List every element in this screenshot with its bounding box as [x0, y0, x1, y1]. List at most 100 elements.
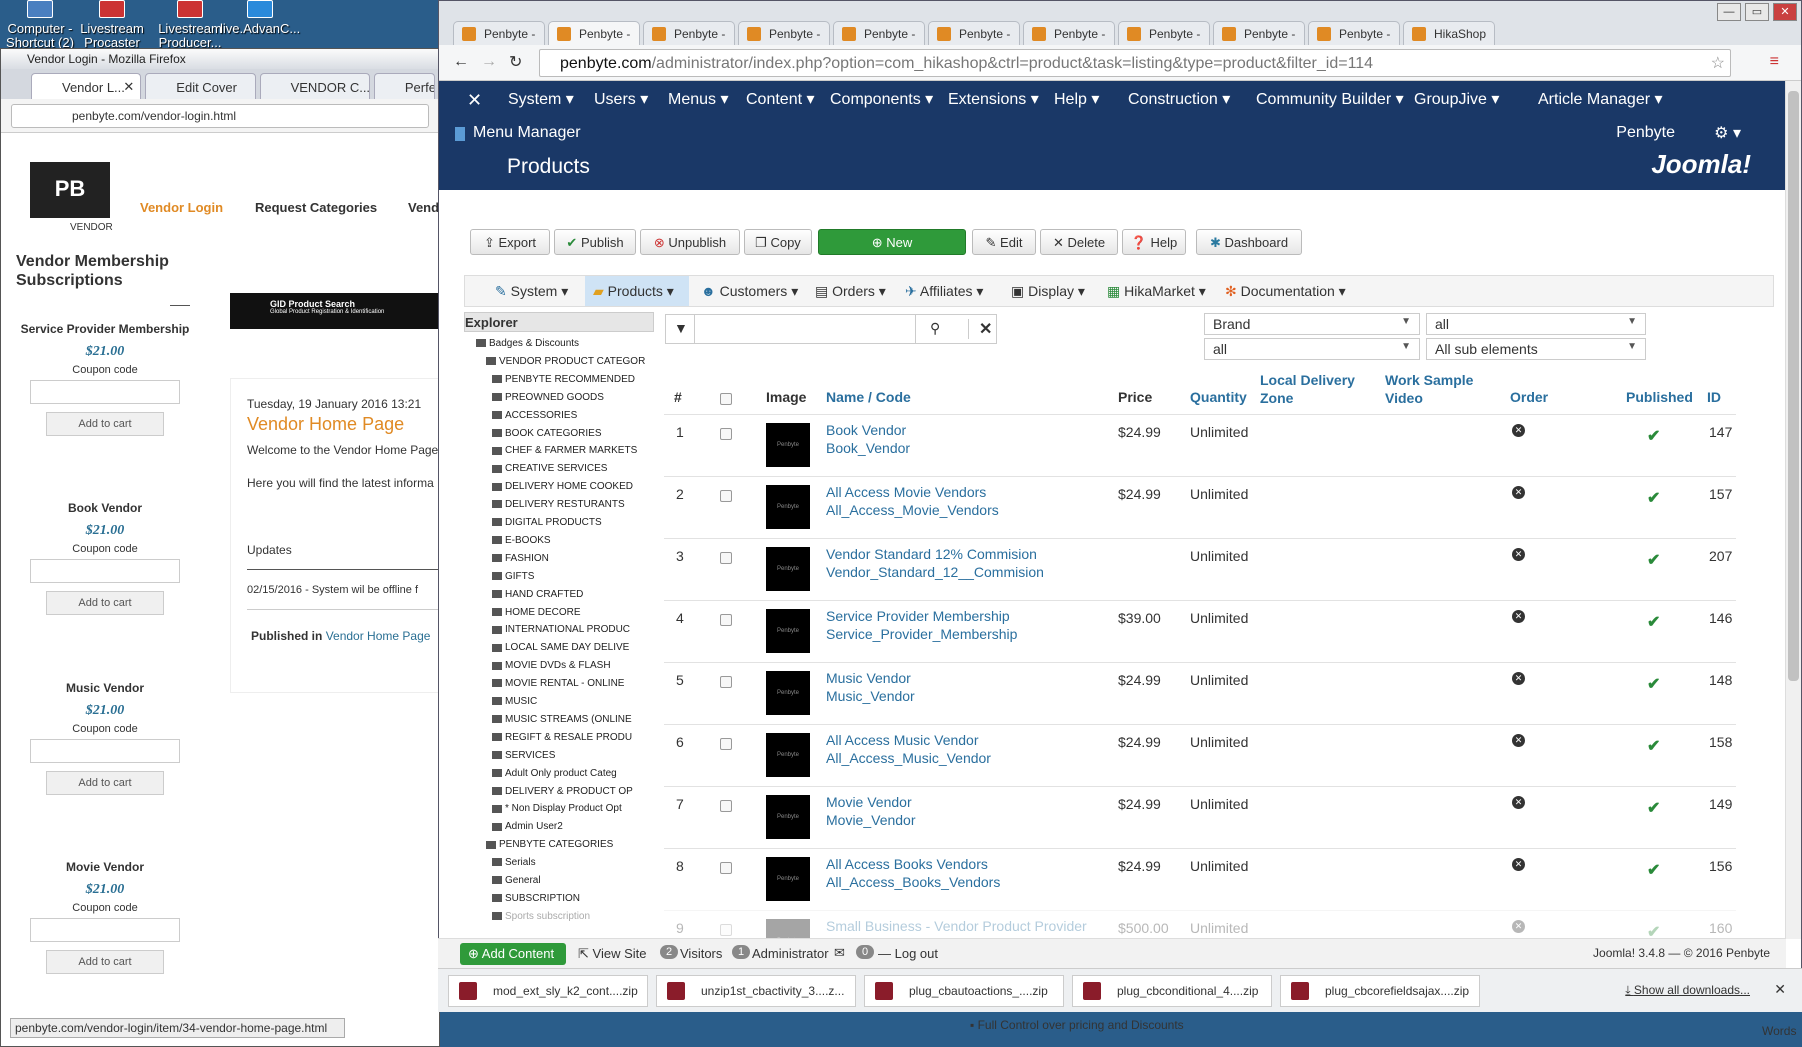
published-check-icon[interactable]: ✔ [1647, 860, 1660, 880]
view-site-link[interactable]: ⇱ View Site [578, 946, 646, 962]
product-thumbnail[interactable]: Penbyte [766, 547, 810, 591]
nav-vend[interactable]: Vend [408, 200, 439, 215]
menu-manager-link[interactable]: Menu Manager [473, 124, 581, 142]
gear-icon[interactable]: ⚙ ▾ [1714, 123, 1741, 143]
hika-menu-hikamarket[interactable]: ▦ HikaMarket ▾ [1107, 283, 1206, 300]
tree-node[interactable]: INTERNATIONAL PRODUC [492, 624, 654, 635]
order-remove-icon[interactable]: ✕ [1512, 796, 1525, 809]
menu-help[interactable]: Help ▾ [1054, 89, 1099, 109]
desktop-icon-computer[interactable]: Computer - Shortcut (2) [0, 0, 80, 50]
chrome-tab[interactable]: Penbyte - [738, 21, 830, 45]
tree-node[interactable]: MOVIE DVDs & FLASH [492, 660, 654, 671]
show-all-downloads-link[interactable]: ⤓ Show all downloads... [1625, 983, 1750, 998]
clear-icon[interactable]: ✕ [968, 319, 992, 339]
product-name-link[interactable]: Book Vendor [826, 421, 906, 439]
product-code-link[interactable]: Movie_Vendor [826, 811, 916, 829]
tree-node[interactable]: CHEF & FARMER MARKETS [492, 445, 654, 456]
add-to-cart-button[interactable]: Add to cart [46, 771, 164, 795]
tree-node[interactable]: CREATIVE SERVICES [492, 463, 654, 474]
tree-node[interactable]: Adult Only product Categ [492, 768, 654, 779]
coupon-input[interactable] [30, 380, 180, 404]
product-code-link[interactable]: Service_Provider_Membership [826, 625, 1017, 643]
tree-node[interactable]: Serials [492, 857, 654, 868]
hika-menu-orders[interactable]: ▤ Orders ▾ [815, 283, 886, 300]
chrome-tab[interactable]: Penbyte - [1023, 21, 1115, 45]
hika-menu-system[interactable]: ✎ System ▾ [495, 283, 568, 300]
published-check-icon[interactable]: ✔ [1647, 426, 1660, 446]
product-thumbnail[interactable]: Penbyte [766, 485, 810, 529]
tree-node[interactable]: FASHION [492, 553, 654, 564]
row-checkbox[interactable] [720, 614, 732, 626]
tree-node[interactable]: LOCAL SAME DAY DELIVE [492, 642, 654, 653]
row-checkbox[interactable] [720, 800, 732, 812]
select-all-checkbox[interactable] [720, 393, 732, 405]
tree-node[interactable]: * Non Display Product Opt [492, 803, 654, 814]
forward-icon[interactable]: → [481, 53, 497, 71]
close-window-button[interactable]: ✕ [1773, 3, 1797, 21]
unpublish-button[interactable]: ⊗ Unpublish [640, 229, 740, 255]
menu-system[interactable]: System ▾ [508, 89, 574, 109]
published-link[interactable]: Vendor Home Page [326, 629, 431, 643]
product-code-link[interactable]: All_Access_Music_Vendor [826, 749, 991, 767]
tree-node[interactable]: BOOK CATEGORIES [492, 428, 654, 439]
chrome-tab[interactable]: Penbyte - [928, 21, 1020, 45]
tree-node[interactable]: Sports subscription [492, 911, 654, 922]
desktop-icon-livestream-producer[interactable]: Livestream Producer... [150, 0, 230, 50]
product-code-link[interactable]: Music_Vendor [826, 687, 915, 705]
hika-menu-products[interactable]: ▰ Products ▾ [585, 276, 689, 306]
brand-select[interactable]: Brand ▼ [1204, 313, 1420, 335]
product-thumbnail[interactable]: Penbyte [766, 733, 810, 777]
envelope-icon[interactable]: ✉ [834, 945, 845, 961]
col-id[interactable]: ID [1707, 389, 1721, 405]
product-name-link[interactable]: All Access Books Vendors [826, 855, 988, 873]
order-remove-icon[interactable]: ✕ [1512, 734, 1525, 747]
row-checkbox[interactable] [720, 738, 732, 750]
order-remove-icon[interactable]: ✕ [1512, 672, 1525, 685]
download-item[interactable]: plug_cbautoactions_....zip [864, 975, 1064, 1007]
search-input[interactable] [694, 315, 916, 343]
maximize-button[interactable]: ▭ [1745, 3, 1769, 21]
chrome-tab[interactable]: HikaShop [1403, 21, 1495, 45]
download-item[interactable]: plug_cbcorefieldsajax....zip [1280, 975, 1480, 1007]
close-icon[interactable]: ✕ [1774, 981, 1786, 998]
tree-node[interactable]: VENDOR PRODUCT CATEGOR [486, 356, 654, 367]
tree-node[interactable]: PENBYTE RECOMMENDED [492, 374, 654, 385]
firefox-url-field[interactable]: penbyte.com/vendor-login.html [11, 104, 429, 128]
order-remove-icon[interactable]: ✕ [1512, 548, 1525, 561]
tree-node[interactable]: REGIFT & RESALE PRODU [492, 732, 654, 743]
product-name-link[interactable]: Vendor Standard 12% Commision [826, 545, 1037, 563]
tree-node[interactable]: PREOWNED GOODS [492, 392, 654, 403]
col-local-delivery-zone[interactable]: Local Delivery Zone [1260, 371, 1360, 407]
hika-menu-display[interactable]: ▣ Display ▾ [1011, 283, 1085, 300]
published-check-icon[interactable]: ✔ [1647, 488, 1660, 508]
help-button[interactable]: ❓ Help [1122, 229, 1186, 255]
published-check-icon[interactable]: ✔ [1647, 798, 1660, 818]
product-thumbnail[interactable]: Penbyte [766, 795, 810, 839]
tree-node[interactable]: SUBSCRIPTION [492, 893, 654, 904]
tree-node[interactable]: Admin User2 [492, 821, 654, 832]
dashboard-button[interactable]: ✱ Dashboard [1196, 229, 1302, 255]
scrollbar-thumb[interactable] [1788, 91, 1799, 681]
all-select-1[interactable]: all ▼ [1426, 313, 1646, 335]
tree-node[interactable]: MUSIC STREAMS (ONLINE [492, 714, 654, 725]
chrome-tab[interactable]: Penbyte - [1118, 21, 1210, 45]
add-to-cart-button[interactable]: Add to cart [46, 950, 164, 974]
published-check-icon[interactable]: ✔ [1647, 550, 1660, 570]
delete-button[interactable]: ✕ Delete [1040, 229, 1118, 255]
col-order[interactable]: Order [1510, 389, 1548, 405]
tree-node[interactable]: SERVICES [492, 750, 654, 761]
tree-node[interactable]: PENBYTE CATEGORIES [486, 839, 654, 850]
tree-node[interactable]: HOME DECORE [492, 607, 654, 618]
tree-node[interactable]: DELIVERY HOME COOKED [492, 481, 654, 492]
user-link[interactable]: Penbyte [1616, 124, 1675, 142]
desktop-icon-live-advanc[interactable]: live.AdvanC... [220, 0, 300, 36]
search-icon[interactable]: ⚲ [930, 320, 940, 337]
order-remove-icon[interactable]: ✕ [1512, 920, 1525, 933]
product-name-link[interactable]: Movie Vendor [826, 793, 912, 811]
tree-node[interactable]: ACCESSORIES [492, 410, 654, 421]
menu-users[interactable]: Users ▾ [594, 89, 648, 109]
tree-node[interactable]: GIFTS [492, 571, 654, 582]
chrome-tab[interactable]: Penbyte - [548, 21, 640, 45]
product-thumbnail[interactable]: Penbyte [766, 857, 810, 901]
row-checkbox[interactable] [720, 862, 732, 874]
